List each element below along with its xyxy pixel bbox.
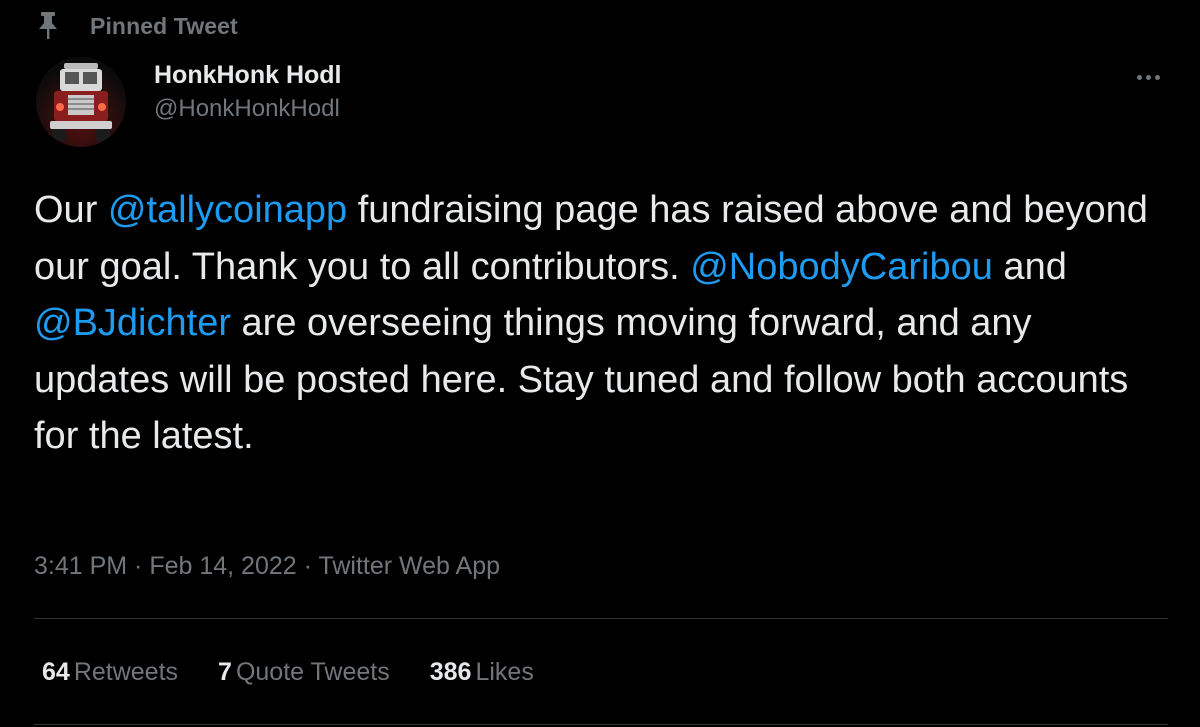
tweet-time-link[interactable]: 3:41 PM — [34, 552, 127, 580]
tweet-text-segment: and — [992, 245, 1067, 288]
meta-separator: · — [296, 552, 319, 580]
quote-tweets-label: Quote Tweets — [235, 658, 390, 686]
quote-tweets-stat-link[interactable]: 7 Quote Tweets — [218, 654, 390, 690]
tweet-stats: 64 Retweets 7 Quote Tweets 386 Likes — [42, 654, 574, 690]
more-horizontal-icon — [1136, 74, 1160, 80]
author-handle[interactable]: @HonkHonkHodl — [154, 92, 342, 126]
quote-tweets-count: 7 — [218, 658, 232, 686]
mention-link-bjdichter[interactable]: @BJdichter — [34, 302, 231, 344]
author-info: HonkHonk Hodl @HonkHonkHodl — [154, 58, 342, 126]
tweet-date-link[interactable]: Feb 14, 2022 — [149, 552, 296, 580]
mention-link-nobodycaribou[interactable]: @NobodyCaribou — [690, 246, 993, 288]
tweet-source-link[interactable]: Twitter Web App — [318, 552, 500, 580]
more-options-button[interactable] — [1128, 60, 1168, 94]
divider — [34, 618, 1168, 619]
author-display-name[interactable]: HonkHonk Hodl — [154, 58, 342, 92]
likes-count: 386 — [429, 658, 472, 686]
retweets-count: 64 — [42, 658, 70, 686]
pin-icon — [39, 12, 57, 39]
retweets-label: Retweets — [73, 658, 179, 686]
meta-separator: · — [127, 552, 150, 580]
mention-link-tallycoinapp[interactable]: @tallycoinapp — [108, 189, 347, 231]
pinned-indicator: Pinned Tweet — [36, 10, 238, 42]
avatar[interactable] — [36, 57, 126, 147]
tweet-card: Pinned Tweet HonkHonk Hodl @HonkHonkHodl… — [0, 0, 1200, 727]
likes-label: Likes — [475, 658, 534, 686]
tweet-text: Our @tallycoinapp fundraising page has r… — [34, 182, 1174, 465]
tweet-metadata: 3:41 PM · Feb 14, 2022 · Twitter Web App — [34, 548, 500, 584]
likes-stat-link[interactable]: 386 Likes — [430, 654, 534, 690]
divider — [34, 724, 1168, 725]
pinned-label: Pinned Tweet — [90, 12, 238, 39]
retweets-stat-link[interactable]: 64 Retweets — [42, 654, 178, 690]
tweet-text-segment: Our — [34, 189, 108, 231]
truck-avatar — [36, 57, 126, 147]
